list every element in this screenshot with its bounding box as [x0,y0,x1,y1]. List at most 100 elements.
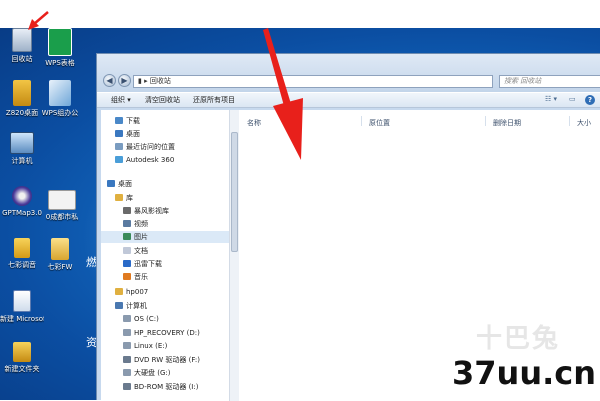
watermark-brand: 十巴兔 [476,324,561,354]
desktop-icon-new-folder[interactable]: 新建文件夹 [0,342,44,374]
nav-item[interactable]: HP_RECOVERY (D:) [101,327,229,339]
window-titlebar: ◀ ▶ ▮ ▸ 回收站 搜索 回收站 [97,54,600,92]
forward-arrow-icon: ▶ [121,76,128,85]
command-toolbar: 组织 ▾ 清空回收站 还原所有项目 ☷ ▾ ▭ ? [97,92,600,108]
nav-item-label: 大硬盘 (G:) [134,369,171,377]
help-icon[interactable]: ? [585,95,595,105]
nav-item[interactable]: 桌面 [101,128,229,140]
address-text: 回收站 [149,77,171,85]
nav-item-label: 最近访问的位置 [126,143,175,151]
folder-path-icon: ▮ ▸ [138,77,150,85]
desktop-icon-folder-chengdu[interactable]: 0成都市私 [40,190,84,222]
desktop-folder-icon [115,130,123,137]
nav-item[interactable]: hp007 [101,286,229,298]
computer-icon [10,132,34,154]
gptmap-icon [12,186,32,206]
drive-icon [123,342,131,349]
desktop-icon-computer[interactable]: 计算机 [0,132,44,166]
nav-item[interactable]: 计算机 [101,300,229,312]
cloud-icon [115,156,123,163]
library-icon [115,194,123,201]
forward-button[interactable]: ▶ [118,74,131,87]
desktop-icon-label: 新建 Microsoft [0,315,44,323]
desktop-icon-label: 新建文件夹 [4,365,40,373]
folder-icon [48,190,76,210]
red-arrow-large-shaft [263,28,291,106]
nav-item[interactable]: 图片 [101,231,229,243]
nav-item[interactable]: 库 [101,192,229,204]
desktop-icon-gptmap[interactable]: GPTMap3.0 [0,186,44,218]
nav-item[interactable]: DVD RW 驱动器 (F:) [101,354,229,366]
desktop-icon-wps-spreadsheet[interactable]: WPS表格 [38,28,82,68]
view-options-icon[interactable]: ☷ ▾ [545,95,557,103]
red-arrow-small [28,11,49,30]
word-doc-icon [13,290,31,312]
restore-all-button[interactable]: 还原所有项目 [193,95,235,105]
z820-icon [13,80,31,106]
back-button[interactable]: ◀ [103,74,116,87]
scrollbar-thumb[interactable] [231,132,238,252]
red-arrow-large-head [273,98,303,160]
video-library-icon [123,207,131,214]
nav-item-label: 桌面 [126,130,140,138]
nav-item-label: hp007 [126,288,149,296]
thunder-icon [123,260,131,267]
watermark-site: 37uu.cn [452,354,596,392]
organize-button[interactable]: 组织 ▾ [111,95,131,105]
nav-item[interactable]: OS (C:) [101,313,229,325]
column-header-date-deleted[interactable]: 删除日期 [493,118,521,128]
back-arrow-icon: ◀ [106,76,113,85]
nav-item-label: 暴风影视库 [134,207,169,215]
recent-places-icon [115,143,123,150]
nav-item[interactable]: 下载 [101,115,229,127]
nav-item-label: HP_RECOVERY (D:) [134,329,200,337]
nav-item-label: 下载 [126,117,140,125]
user-folder-icon [115,288,123,295]
column-separator [485,116,486,126]
desktop-icon-label: 七彩FW [47,263,73,271]
drive-icon [123,329,131,336]
desktop-icon-folder-fw[interactable]: 七彩FW [38,238,82,272]
nav-item-label: 音乐 [134,273,148,281]
nav-item[interactable]: 大硬盘 (G:) [101,367,229,379]
desktop-folder-icon [107,180,115,187]
preview-pane-icon[interactable]: ▭ [569,95,576,103]
computer-icon [115,302,123,309]
wps-office-icon [49,80,71,106]
video-folder-icon [123,220,131,227]
nav-item-label: BD-ROM 驱动器 (I:) [134,383,199,391]
nav-item[interactable]: 最近访问的位置 [101,141,229,153]
nav-item[interactable]: 迅雷下载 [101,258,229,270]
search-input[interactable]: 搜索 回收站 [499,75,600,88]
column-separator [361,116,362,126]
nav-item[interactable]: BD-ROM 驱动器 (I:) [101,381,229,393]
column-header-original-location[interactable]: 原位置 [369,118,390,128]
nav-item-label: 视频 [134,220,148,228]
empty-recycle-bin-button[interactable]: 清空回收站 [145,95,180,105]
desktop-icon-label: 0成都市私 [45,213,79,221]
nav-item[interactable]: 文档 [101,245,229,257]
column-header-size[interactable]: 大小 [577,118,591,128]
bd-drive-icon [123,383,131,390]
nav-item-label: DVD RW 驱动器 (F:) [134,356,200,364]
nav-item[interactable]: 视频 [101,218,229,230]
desktop-icon-label: GPTMap3.0 [2,209,42,217]
nav-item[interactable]: 暴风影视库 [101,205,229,217]
desktop-icon-word-doc[interactable]: 新建 Microsoft [0,290,44,324]
desktop-icon-label: 计算机 [11,157,33,165]
nav-item-label: Linux (E:) [134,342,168,350]
nav-item[interactable]: Autodesk 360 [101,154,229,166]
desktop-icon-label: WPS组办公 [41,109,79,117]
music-folder-icon [123,273,131,280]
documents-folder-icon [123,247,131,254]
nav-item[interactable]: 音乐 [101,271,229,283]
desktop-icon-wps-office[interactable]: WPS组办公 [38,80,82,118]
nav-item[interactable]: Linux (E:) [101,340,229,352]
nav-item-label: 文档 [134,247,148,255]
nav-item-label: OS (C:) [134,315,159,323]
download-folder-icon [115,117,123,124]
drive-icon [123,315,131,322]
top-white-strip [0,0,600,28]
nav-item[interactable]: 桌面 [101,178,229,190]
column-separator [569,116,570,126]
